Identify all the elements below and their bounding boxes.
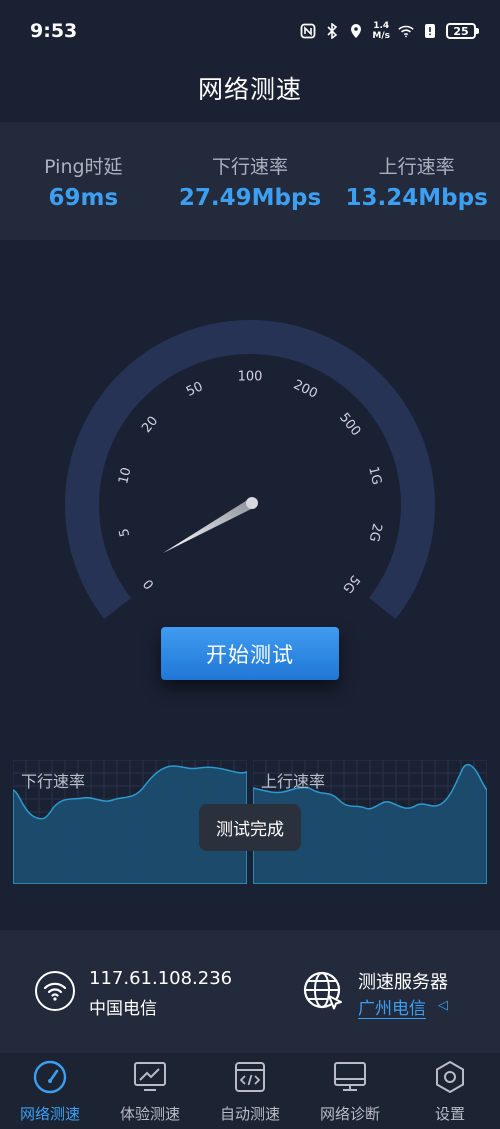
gauge-tick-label: 10	[116, 466, 134, 486]
nav-item-experience-test[interactable]: 体验测速	[100, 1053, 200, 1129]
wifi-icon	[35, 971, 75, 1011]
test-complete-toast: 测试完成	[199, 804, 301, 851]
gauge-tick-labels: 0 5 10 20 50 100 200 500 1G 2G 5G	[116, 370, 384, 596]
globe-icon[interactable]	[302, 970, 344, 1012]
stat-value: 69ms	[48, 184, 119, 211]
gauge-tick-label: 20	[139, 414, 161, 436]
upload-chart-label: 上行速率	[261, 772, 326, 791]
nav-label: 网络诊断	[319, 1105, 380, 1123]
speed-gauge: 0 5 10 20 50 100 200 500 1G 2G 5G	[0, 300, 500, 620]
gauge-tick-label: 1G	[365, 465, 384, 486]
gauge-tick-label: 50	[184, 379, 205, 400]
triangle-left-icon[interactable]: ◁	[438, 998, 448, 1013]
stat-label: 上行速率	[378, 155, 455, 178]
nav-item-settings[interactable]: 设置	[400, 1053, 500, 1129]
stat-label: Ping时延	[44, 155, 123, 178]
stat-value: 27.49Mbps	[178, 184, 322, 211]
speedometer-icon	[32, 1059, 68, 1095]
nav-label: 自动测速	[219, 1105, 280, 1123]
monitor-chart-icon	[132, 1059, 168, 1095]
isp-name: 中国电信	[89, 999, 157, 1019]
bluetooth-icon	[324, 23, 340, 39]
stat-upload: 上行速率 13.24Mbps	[333, 122, 500, 240]
nav-label: 设置	[434, 1105, 465, 1123]
gauge-tick-label: 2G	[366, 522, 385, 543]
download-chart-label: 下行速率	[21, 772, 86, 791]
gauge-tick-label: 5	[117, 527, 133, 538]
stat-download: 下行速率 27.49Mbps	[167, 122, 334, 240]
stat-value: 13.24Mbps	[345, 184, 488, 211]
battery-indicator: 25	[446, 23, 479, 39]
nav-item-speed-test[interactable]: 网络测速	[0, 1053, 100, 1129]
nav-label: 体验测速	[119, 1105, 180, 1123]
server-select-link[interactable]: 广州电信	[358, 994, 426, 1019]
bottom-nav: 网络测速 体验测速 自动测速 网络诊断 设置	[0, 1053, 500, 1129]
gauge-needle	[163, 497, 258, 553]
nav-label: 网络测速	[19, 1105, 80, 1123]
gauge-tick-label: 500	[336, 410, 363, 439]
nfc-icon	[300, 23, 316, 39]
status-bar: 9:53 1.4 M/s 25	[0, 0, 500, 62]
wifi-status-icon	[398, 23, 414, 39]
ip-address: 117.61.108.236	[89, 968, 233, 989]
status-time: 9:53	[30, 20, 78, 42]
nav-item-network-diagnosis[interactable]: 网络诊断	[300, 1053, 400, 1129]
stats-panel: Ping时延 69ms 下行速率 27.49Mbps 上行速率 13.24Mbp…	[0, 122, 500, 240]
server-title: 测速服务器	[358, 972, 448, 993]
page-title: 网络测速	[197, 75, 302, 104]
stat-label: 下行速率	[212, 155, 289, 178]
location-icon	[348, 23, 364, 39]
gauge-tick-label: 200	[291, 377, 320, 401]
hexagon-settings-icon	[432, 1059, 468, 1095]
nav-item-auto-test[interactable]: 自动测速	[200, 1053, 300, 1129]
stat-ping: Ping时延 69ms	[0, 122, 167, 240]
desktop-icon	[332, 1059, 368, 1095]
gauge-tick-label: 100	[238, 370, 263, 385]
network-speed-indicator: 1.4 M/s	[372, 21, 390, 41]
gauge-tick-label: 0	[141, 576, 158, 592]
code-window-icon	[232, 1059, 268, 1095]
start-test-button[interactable]: 开始测试	[161, 627, 339, 680]
status-icons: 1.4 M/s 25	[300, 21, 479, 41]
gauge-svg: 0 5 10 20 50 100 200 500 1G 2G 5G	[65, 320, 435, 619]
gauge-tick-label: 5G	[339, 572, 362, 596]
alert-icon	[422, 23, 438, 39]
